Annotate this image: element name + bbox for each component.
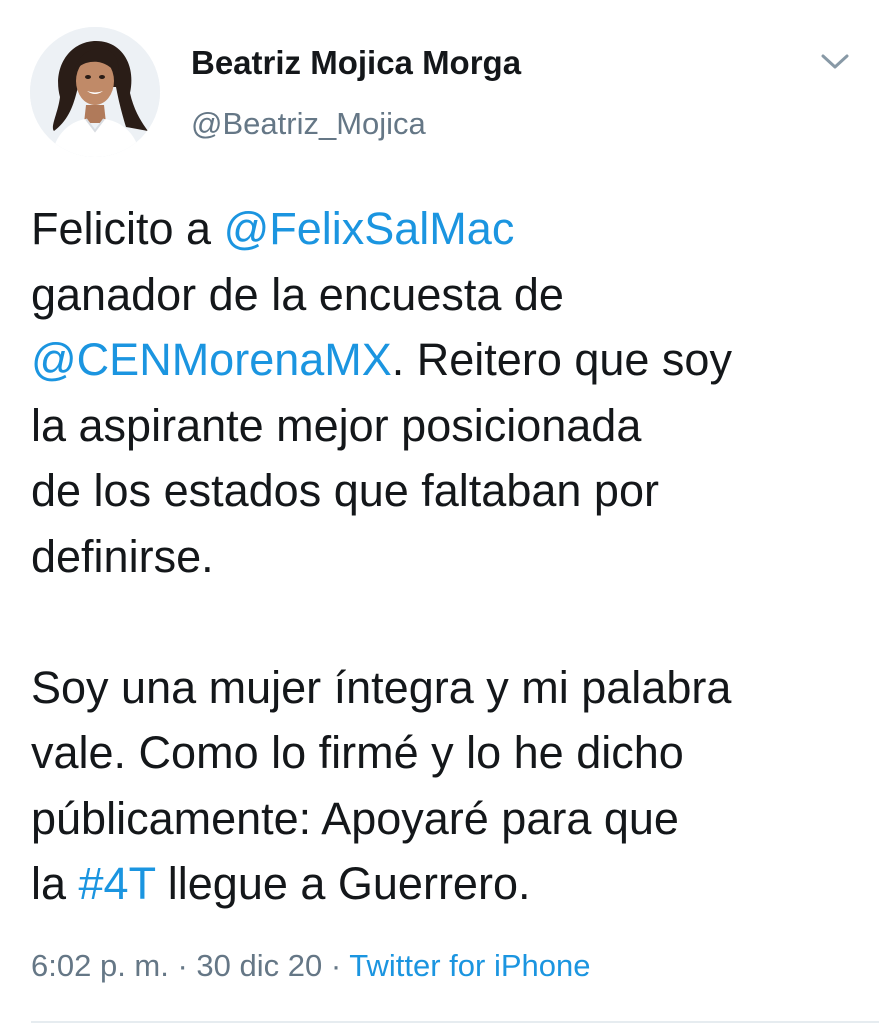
mention-link[interactable]: @FelixSalMac [224,203,515,254]
tweet-text-segment: ganador de la encuesta de [31,268,564,320]
tweet-line: la aspirante mejor posicionada [31,393,871,459]
tweet-line: ganador de la encuesta de [31,262,871,328]
tweet-paragraph-break [31,589,871,655]
hashtag-link[interactable]: #4T [79,858,156,909]
tweet-time[interactable]: 6:02 p. m. [31,948,169,983]
tweet-text-segment: vale. Como lo firmé y lo he dicho [31,727,684,778]
tweet-line: Soy una mujer íntegra y mi palabra [31,655,871,721]
tweet-text-segment: llegue a Guerrero. [155,858,531,909]
tweet-source-link[interactable]: Twitter for iPhone [349,948,590,983]
author-display-name[interactable]: Beatriz Mojica Morga [191,44,521,82]
tweet-text-segment: la aspirante mejor posicionada [31,399,642,451]
avatar[interactable] [30,27,160,157]
tweet-text-segment: de los estados que faltaban por [31,465,659,516]
tweet-text-segment: definirse. [31,530,214,582]
tweet-line: la #4T llegue a Guerrero. [31,851,871,917]
tweet-text-segment: Felicito a [31,203,224,254]
mention-link[interactable]: @CENMorenaMX [31,334,392,385]
author-handle[interactable]: @Beatriz_Mojica [191,106,426,142]
tweet-line: de los estados que faltaban por [31,458,871,524]
chevron-down-icon[interactable] [818,48,852,76]
divider [31,1021,879,1023]
tweet-line: Felicito a @FelixSalMac [31,196,871,262]
meta-separator: · [322,948,350,983]
meta-separator: · [168,948,197,983]
tweet-line: vale. Como lo firmé y lo he dicho [31,720,871,786]
tweet-line: definirse. [31,524,871,590]
tweet-line: @CENMorenaMX. Reitero que soy [31,327,871,393]
tweet-text: Felicito a @FelixSalMac ganador de la enc… [31,196,871,917]
tweet-text-segment: públicamente: Apoyaré para que [31,792,679,844]
profile-photo [30,27,160,157]
tweet-text-segment: la [31,858,79,909]
tweet-text-segment: . Reitero que soy [391,334,732,385]
tweet-meta: 6:02 p. m. · 30 dic 20 · Twitter for iPh… [31,948,590,984]
tweet-text-segment: Soy una mujer íntegra y mi palabra [31,661,732,713]
tweet-card: Beatriz Mojica Morga @Beatriz_Mojica Fel… [0,0,879,1024]
tweet-line: públicamente: Apoyaré para que [31,786,871,852]
tweet-date[interactable]: 30 dic 20 [196,948,322,983]
